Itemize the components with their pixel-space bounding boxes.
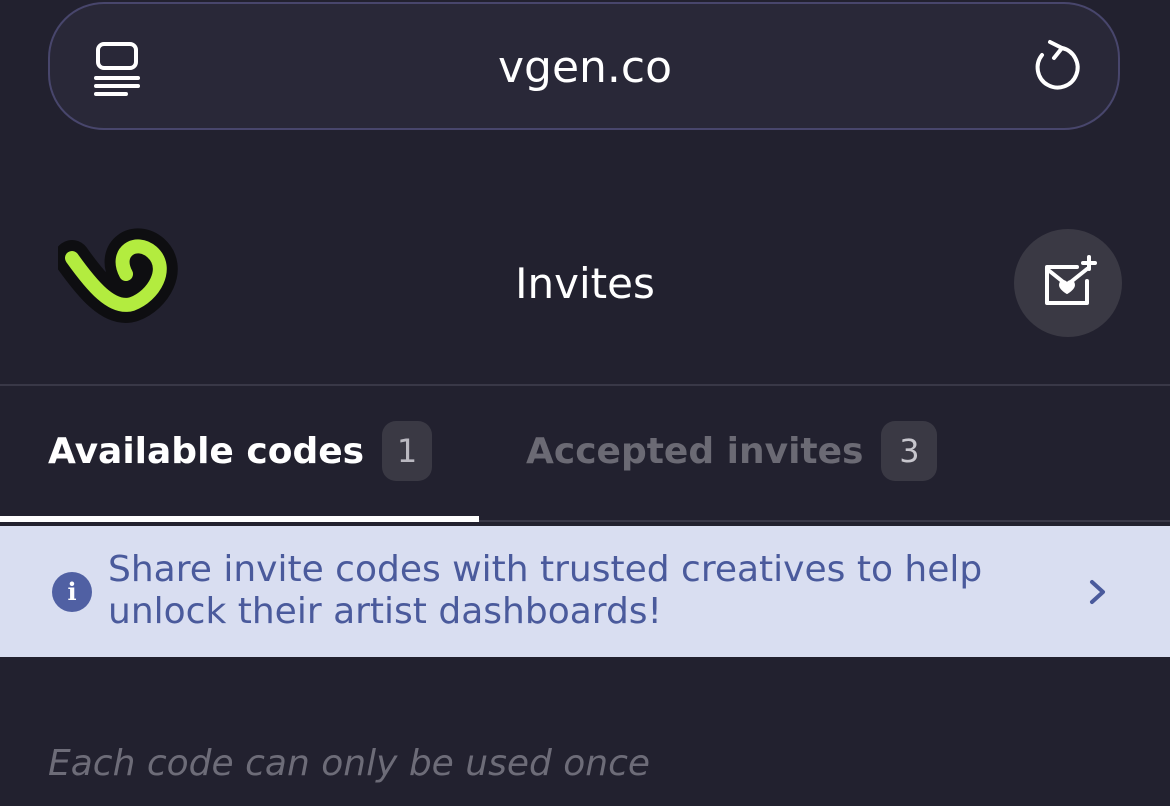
- active-tab-indicator: [0, 516, 479, 522]
- tab-accepted-invites[interactable]: Accepted invites 3: [526, 418, 938, 484]
- vgen-logo[interactable]: [58, 228, 184, 326]
- info-icon: i: [52, 572, 92, 612]
- tab-label: Available codes: [48, 430, 365, 472]
- invites-page: vgen.co Invites Available codes 1 Accept…: [0, 0, 1170, 806]
- tabs-divider: [479, 520, 1170, 522]
- info-banner-line: unlock their artist dashboards!: [108, 591, 662, 632]
- tab-available-codes[interactable]: Available codes 1: [48, 418, 433, 484]
- reader-mode-icon[interactable]: [92, 40, 142, 96]
- chevron-right-icon[interactable]: [1088, 578, 1108, 606]
- page-title: Invites: [515, 259, 655, 308]
- count-badge: 1: [382, 421, 433, 481]
- info-banner-line: Share invite codes with trusted creative…: [108, 549, 983, 590]
- tab-label: Accepted invites: [526, 430, 864, 472]
- header-divider: [0, 384, 1170, 386]
- count-badge: 3: [881, 421, 938, 481]
- single-use-hint: Each code can only be used once: [48, 743, 651, 784]
- invite-envelope-icon: [1045, 255, 1097, 305]
- address-url[interactable]: vgen.co: [380, 38, 790, 98]
- send-invite-button[interactable]: [1014, 229, 1122, 337]
- reload-icon[interactable]: [1028, 38, 1084, 94]
- info-banner-text: Share invite codes with trusted creative…: [108, 549, 1048, 633]
